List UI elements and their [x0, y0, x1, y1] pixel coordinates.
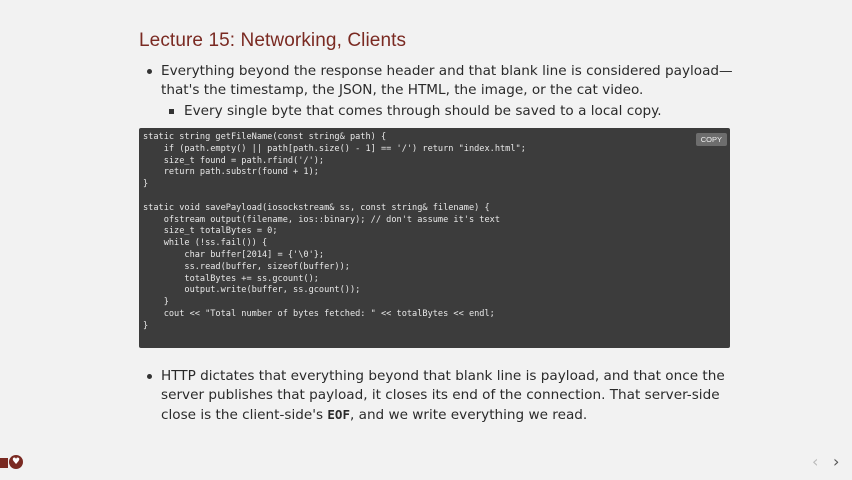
eof-code: EOF [327, 407, 350, 422]
code-line: static string getFileName(const string& … [143, 132, 387, 142]
bullet-text: Every single byte that comes through sho… [184, 103, 662, 119]
heart-icon: ♥ [9, 455, 23, 469]
code-line: if (path.empty() || path[path.size() - 1… [143, 143, 526, 154]
next-slide-button[interactable]: › [833, 452, 839, 471]
code-line: ofstream output(filename, ios::binary); … [143, 214, 500, 225]
code-line: size_t totalBytes = 0; [143, 226, 278, 237]
bullet-text-b: , and we write everything we read. [349, 407, 588, 423]
copy-button[interactable]: COPY [695, 133, 727, 146]
sub-bullet-save: Every single byte that comes through sho… [169, 102, 744, 121]
code-line: return path.substr(found + 1); [143, 167, 319, 178]
code-text: static string getFileName(const string& … [143, 132, 526, 333]
code-line: size_t found = path.rfind('/'); [143, 155, 325, 166]
code-line: output.write(buffer, ss.gcount()); [143, 285, 361, 296]
bullet-square [169, 109, 174, 114]
bullet-text: Everything beyond the response header an… [161, 63, 733, 98]
code-line: ss.read(buffer, sizeof(buffer)); [143, 261, 350, 272]
slide-title: Lecture 15: Networking, Clients [139, 30, 407, 51]
bullet-dot [147, 374, 152, 379]
code-line: cout << "Total number of bytes fetched: … [143, 308, 495, 319]
code-line: } [143, 297, 169, 308]
code-block: static string getFileName(const string& … [139, 128, 730, 348]
code-line: totalBytes += ss.gcount(); [143, 273, 319, 284]
code-line: } [143, 179, 149, 190]
prev-slide-button[interactable]: ‹ [812, 452, 818, 471]
bullet-http: HTTP dictates that everything beyond tha… [147, 367, 741, 425]
code-line: char buffer[2014] = {'\0'}; [143, 249, 325, 260]
bullet-dot [147, 69, 152, 74]
code-line: while (!ss.fail()) { [143, 238, 268, 249]
code-line: } [143, 320, 149, 331]
code-line: static void savePayload(iosockstream& ss… [143, 202, 490, 213]
logo-bar [0, 458, 8, 468]
logo: ♥ [0, 454, 24, 470]
slide: Lecture 15: Networking, Clients Everythi… [0, 0, 852, 480]
bullet-payload: Everything beyond the response header an… [147, 62, 741, 100]
